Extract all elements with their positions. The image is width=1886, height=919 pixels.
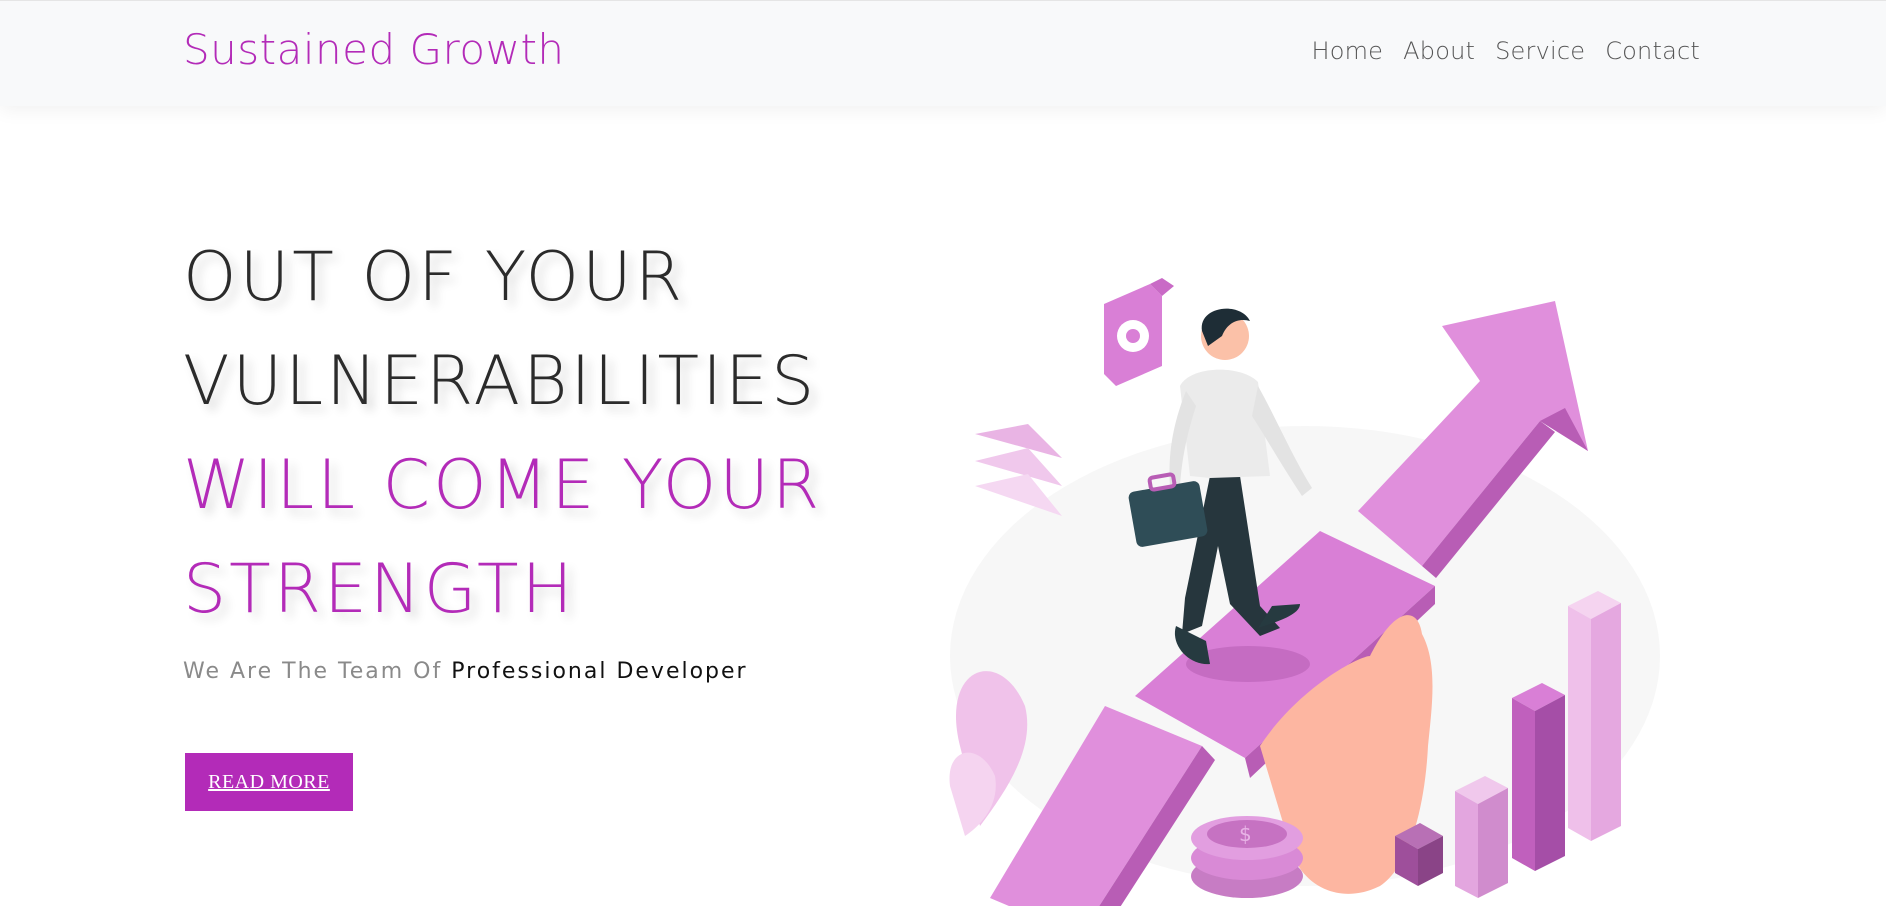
headline-line-2: VULNERABILITIES bbox=[183, 342, 818, 421]
person-torso bbox=[1180, 369, 1270, 478]
tagline-muted: We Are The Team Of bbox=[183, 659, 452, 684]
nav-link-about[interactable]: About bbox=[1403, 37, 1475, 65]
hero-headline: OUT OF YOUR VULNERABILITIES WILL COME YO… bbox=[183, 226, 943, 642]
nav-menu: Home About Service Contact bbox=[1311, 37, 1700, 65]
tagline-strong: Professional Developer bbox=[451, 659, 748, 684]
dollar-icon: $ bbox=[1239, 822, 1252, 846]
nav-link-service[interactable]: Service bbox=[1495, 37, 1585, 65]
headline-line-4: STRENGTH bbox=[183, 550, 576, 629]
hero-tagline: We Are The Team Of Professional Develope… bbox=[183, 659, 748, 684]
read-more-button[interactable]: READ MORE bbox=[185, 753, 353, 811]
nav-link-contact[interactable]: Contact bbox=[1605, 37, 1700, 65]
headline-line-1: OUT OF YOUR bbox=[183, 238, 686, 317]
navbar: Sustained Growth Home About Service Cont… bbox=[0, 0, 1886, 106]
hero-section: OUT OF YOUR VULNERABILITIES WILL COME YO… bbox=[0, 106, 1886, 919]
brand-logo[interactable]: Sustained Growth bbox=[183, 25, 565, 74]
nav-link-home[interactable]: Home bbox=[1311, 37, 1383, 65]
growth-illustration: $ bbox=[949, 278, 1660, 906]
headline-line-3: WILL COME YOUR bbox=[183, 446, 823, 525]
